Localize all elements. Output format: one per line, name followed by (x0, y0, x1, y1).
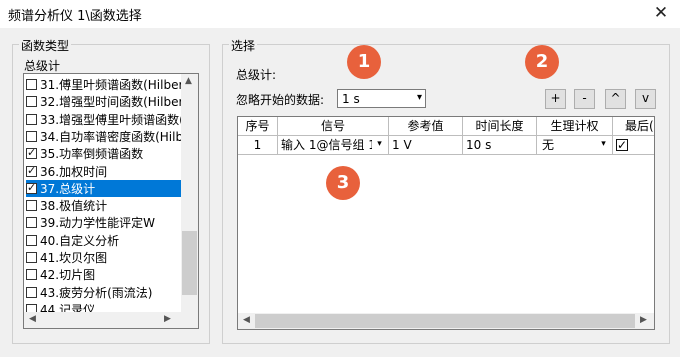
ignore-start-dropdown[interactable]: 1 s ▾ (337, 89, 426, 108)
header-duration[interactable]: 时间长度 (463, 117, 537, 136)
chevron-down-icon[interactable]: ▾ (372, 137, 387, 152)
annotation-badge-3: 3 (326, 166, 360, 200)
item-checkbox[interactable] (26, 200, 37, 212)
list-item[interactable]: 37.总级计 (26, 179, 182, 197)
signal-table[interactable]: 序号 信号 参考值 时间长度 生理计权 最后(。 1 输入 1@信号组 1 ▾ … (237, 116, 655, 330)
weighting-value: 无 (542, 138, 555, 152)
cell-duration[interactable]: 10 s (463, 136, 537, 155)
list-item[interactable]: 38.极值统计 (26, 197, 182, 214)
scroll-up-icon[interactable]: ▲ (185, 76, 192, 86)
scroll-right-icon[interactable]: ▶ (640, 315, 647, 325)
item-label: 38.极值统计 (40, 199, 108, 214)
cell-signal[interactable]: 输入 1@信号组 1 ▾ (278, 136, 389, 155)
annotation-badge-2: 2 (525, 45, 559, 79)
item-checkbox[interactable] (26, 269, 37, 281)
header-index[interactable]: 序号 (238, 117, 278, 136)
item-label: 33.增强型傅里叶频谱函数( (40, 112, 184, 127)
item-label: 32.增强型时间函数(Hilbert) (40, 95, 193, 110)
window-title: 频谱分析仪 1\函数选择 (8, 9, 142, 24)
item-checkbox[interactable] (26, 130, 37, 142)
item-checkbox[interactable] (26, 217, 37, 229)
item-label: 34.自功率谱密度函数(Hilbe (40, 129, 191, 144)
ignore-start-value: 1 s (342, 92, 360, 106)
list-item[interactable]: 33.增强型傅里叶频谱函数( (26, 111, 184, 128)
item-checkbox[interactable] (26, 113, 37, 125)
table-scroll-thumb[interactable] (255, 314, 635, 328)
item-checkbox[interactable] (26, 164, 37, 177)
move-up-button[interactable]: ^ (605, 89, 626, 109)
item-label: 43.疲劳分析(雨流法) (40, 285, 153, 300)
cell-weighting[interactable]: 无 ▾ (537, 136, 613, 155)
list-item[interactable]: 32.增强型时间函数(Hilbert) (26, 93, 193, 110)
table-horizontal-scrollbar[interactable]: ◀ ▶ (238, 313, 654, 329)
item-label: 42.切片图 (40, 268, 96, 283)
item-checkbox[interactable] (26, 181, 37, 194)
header-reference[interactable]: 参考值 (389, 117, 463, 136)
annotation-badge-1: 1 (347, 45, 381, 79)
ignore-start-label: 忽略开始的数据: (236, 93, 325, 107)
scroll-corner (181, 312, 198, 328)
scroll-left-icon[interactable]: ◀ (29, 314, 36, 324)
heading-label: 总级计: (236, 68, 277, 82)
selection-legend: 选择 (229, 37, 258, 54)
header-signal[interactable]: 信号 (278, 117, 389, 136)
chevron-down-icon[interactable]: ▾ (417, 92, 422, 103)
list-vertical-scrollbar[interactable]: ▲ (181, 74, 198, 312)
scroll-right-icon[interactable]: ▶ (164, 314, 171, 324)
move-down-button[interactable]: v (635, 89, 656, 109)
title-bar: 频谱分析仪 1\函数选择 ✕ (0, 0, 680, 28)
list-horizontal-scrollbar[interactable]: ◀ ▶ (24, 312, 198, 328)
list-item[interactable]: 31.傅里叶频谱函数(Hilbert) (26, 76, 193, 93)
function-type-legend: 函数类型 (19, 37, 72, 54)
item-label: 40.自定义分析 (40, 233, 120, 248)
item-checkbox[interactable] (26, 96, 37, 108)
remove-button[interactable]: - (574, 89, 595, 109)
list-item[interactable]: 43.疲劳分析(雨流法) (26, 284, 182, 301)
item-label: 39.动力学性能评定W (40, 216, 155, 231)
signal-value: 输入 1@信号组 1 (281, 138, 376, 152)
function-list[interactable]: 31.傅里叶频谱函数(Hilbert) 32.增强型时间函数(Hilbert) 33… (23, 73, 199, 329)
item-label: 35.功率倒频谱函数 (40, 147, 144, 162)
list-item[interactable]: 35.功率倒频谱函数 (26, 145, 182, 162)
item-label: 36.加权时间 (40, 164, 108, 179)
last-checkbox[interactable] (616, 136, 628, 154)
item-checkbox[interactable] (26, 146, 37, 160)
list-item[interactable]: 42.切片图 (26, 266, 182, 283)
item-label: 31.傅里叶频谱函数(Hilbert) (40, 78, 193, 92)
chevron-down-icon[interactable]: ▾ (596, 137, 611, 152)
cell-index[interactable]: 1 (238, 136, 278, 155)
close-icon[interactable]: ✕ (650, 2, 672, 24)
add-button[interactable]: + (545, 89, 566, 109)
list-item[interactable]: 41.坎贝尔图 (26, 249, 182, 266)
list-item[interactable]: 36.加权时间 (26, 163, 182, 180)
item-checkbox[interactable] (26, 252, 37, 263)
item-checkbox[interactable] (26, 79, 37, 90)
list-item[interactable]: 40.自定义分析 (26, 232, 182, 249)
header-last[interactable]: 最后(。 (613, 117, 654, 136)
cell-reference[interactable]: 1 V (389, 136, 463, 155)
cell-last[interactable] (613, 136, 654, 155)
item-label: 41.坎贝尔图 (40, 251, 108, 265)
item-checkbox[interactable] (26, 234, 37, 246)
list-item[interactable]: 39.动力学性能评定W (26, 214, 182, 231)
item-label: 37.总级计 (40, 181, 96, 196)
list-scroll-thumb[interactable] (182, 231, 197, 295)
header-weighting[interactable]: 生理计权 (537, 117, 613, 136)
list-item[interactable]: 34.自功率谱密度函数(Hilbe (26, 128, 190, 145)
scroll-left-icon[interactable]: ◀ (243, 315, 250, 325)
item-checkbox[interactable] (26, 286, 37, 298)
section-label: 总级计 (24, 59, 61, 73)
